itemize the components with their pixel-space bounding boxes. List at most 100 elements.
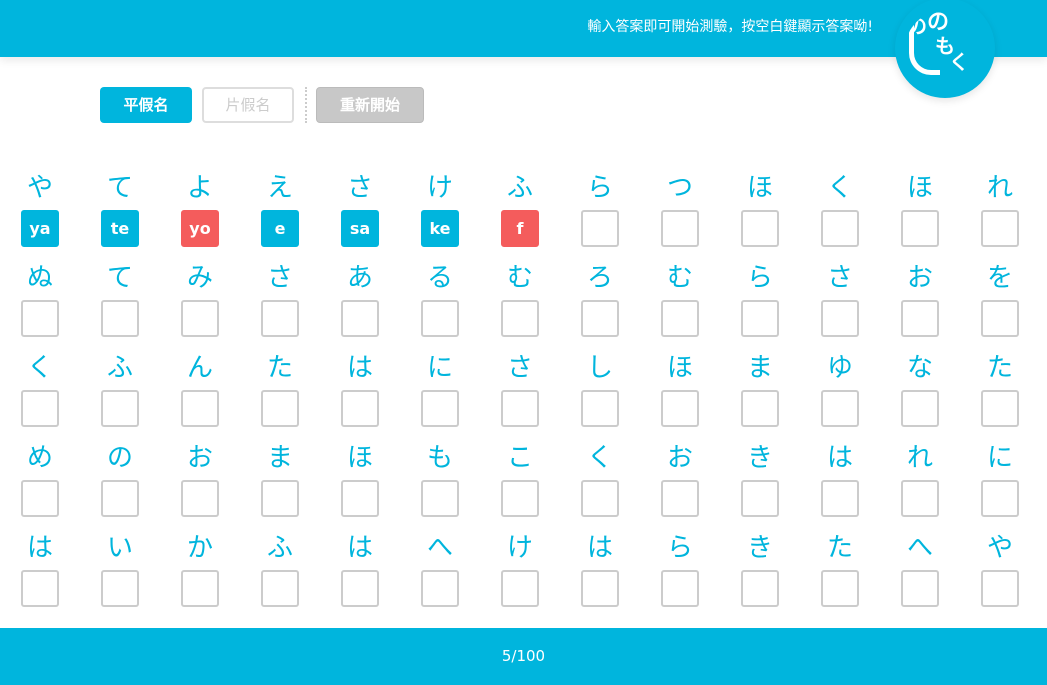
quiz-cell: か (180, 528, 220, 608)
romaji-answer-input[interactable] (661, 390, 699, 427)
romaji-answer-input[interactable] (21, 570, 59, 607)
quiz-cell: む (660, 258, 700, 338)
romaji-answer-input[interactable] (21, 210, 59, 247)
romaji-answer-input[interactable] (501, 570, 539, 607)
romaji-answer-input[interactable] (581, 390, 619, 427)
romaji-answer-input[interactable] (181, 480, 219, 517)
romaji-answer-input[interactable] (21, 480, 59, 517)
kana-character: ら (666, 533, 693, 563)
romaji-answer-input[interactable] (421, 210, 459, 247)
romaji-answer-input[interactable] (661, 300, 699, 337)
romaji-answer-input[interactable] (741, 210, 779, 247)
romaji-answer-input[interactable] (341, 390, 379, 427)
kana-character: ふ (506, 173, 533, 203)
romaji-answer-input[interactable] (181, 300, 219, 337)
kana-character: む (506, 263, 533, 293)
kana-character: た (986, 353, 1013, 383)
instruction-message: 輸入答案即可開始測驗，按空白鍵顯示答案呦! (587, 19, 873, 35)
romaji-answer-input[interactable] (341, 570, 379, 607)
kana-character: な (906, 353, 933, 383)
romaji-answer-input[interactable] (181, 390, 219, 427)
kana-character: め (26, 443, 53, 473)
kana-character: ろ (586, 263, 613, 293)
romaji-answer-input[interactable] (21, 390, 59, 427)
romaji-answer-input[interactable] (261, 480, 299, 517)
romaji-answer-input[interactable] (981, 570, 1019, 607)
quiz-cell: な (900, 348, 940, 428)
romaji-answer-input[interactable] (901, 390, 939, 427)
kana-character: ま (746, 353, 773, 383)
romaji-answer-input[interactable] (101, 390, 139, 427)
kana-character: か (186, 533, 213, 563)
romaji-answer-input[interactable] (21, 300, 59, 337)
site-logo[interactable]: の の も く (895, 0, 995, 98)
quiz-cell: け (500, 528, 540, 608)
quiz-cell: さ (820, 258, 860, 338)
romaji-answer-input[interactable] (981, 480, 1019, 517)
romaji-answer-input[interactable] (901, 300, 939, 337)
quiz-cell: て (100, 258, 140, 338)
romaji-answer-input[interactable] (181, 210, 219, 247)
kana-character: よ (186, 173, 213, 203)
kana-character: ら (746, 263, 773, 293)
romaji-answer-input[interactable] (261, 390, 299, 427)
romaji-answer-input[interactable] (421, 480, 459, 517)
romaji-answer-input[interactable] (261, 210, 299, 247)
logo-glyph: の (927, 10, 950, 35)
romaji-answer-input[interactable] (981, 390, 1019, 427)
romaji-answer-input[interactable] (901, 210, 939, 247)
kana-character: お (906, 263, 933, 293)
romaji-answer-input[interactable] (501, 210, 539, 247)
romaji-answer-input[interactable] (101, 480, 139, 517)
quiz-cell: け (420, 168, 460, 248)
quiz-cell: ほ (900, 168, 940, 248)
romaji-answer-input[interactable] (661, 210, 699, 247)
romaji-answer-input[interactable] (661, 570, 699, 607)
katakana-button[interactable]: 片假名 (202, 87, 294, 123)
romaji-answer-input[interactable] (101, 570, 139, 607)
romaji-answer-input[interactable] (341, 300, 379, 337)
romaji-answer-input[interactable] (581, 300, 619, 337)
romaji-answer-input[interactable] (421, 300, 459, 337)
romaji-answer-input[interactable] (581, 480, 619, 517)
romaji-answer-input[interactable] (821, 210, 859, 247)
romaji-answer-input[interactable] (341, 480, 379, 517)
quiz-cell: ぬ (20, 258, 60, 338)
romaji-answer-input[interactable] (821, 480, 859, 517)
quiz-cell: れ (980, 168, 1020, 248)
romaji-answer-input[interactable] (741, 570, 779, 607)
romaji-answer-input[interactable] (501, 390, 539, 427)
romaji-answer-input[interactable] (981, 210, 1019, 247)
romaji-answer-input[interactable] (901, 570, 939, 607)
romaji-answer-input[interactable] (101, 210, 139, 247)
romaji-answer-input[interactable] (581, 570, 619, 607)
romaji-answer-input[interactable] (581, 210, 619, 247)
top-bar: 輸入答案即可開始測驗，按空白鍵顯示答案呦! (0, 0, 1047, 57)
kana-character: は (346, 353, 373, 383)
romaji-answer-input[interactable] (421, 570, 459, 607)
kana-character: て (106, 173, 133, 203)
kana-character: へ (426, 533, 453, 563)
romaji-answer-input[interactable] (261, 570, 299, 607)
romaji-answer-input[interactable] (821, 570, 859, 607)
romaji-answer-input[interactable] (421, 390, 459, 427)
romaji-answer-input[interactable] (901, 480, 939, 517)
romaji-answer-input[interactable] (181, 570, 219, 607)
romaji-answer-input[interactable] (661, 480, 699, 517)
romaji-answer-input[interactable] (821, 390, 859, 427)
restart-button[interactable]: 重新開始 (316, 87, 424, 123)
romaji-answer-input[interactable] (501, 300, 539, 337)
romaji-answer-input[interactable] (821, 300, 859, 337)
romaji-answer-input[interactable] (261, 300, 299, 337)
kana-character: け (426, 173, 453, 203)
hiragana-button[interactable]: 平假名 (100, 87, 192, 123)
romaji-answer-input[interactable] (501, 480, 539, 517)
quiz-cell: ん (180, 348, 220, 428)
romaji-answer-input[interactable] (741, 300, 779, 337)
romaji-answer-input[interactable] (741, 390, 779, 427)
romaji-answer-input[interactable] (741, 480, 779, 517)
romaji-answer-input[interactable] (981, 300, 1019, 337)
romaji-answer-input[interactable] (101, 300, 139, 337)
kana-character: さ (266, 263, 293, 293)
romaji-answer-input[interactable] (341, 210, 379, 247)
